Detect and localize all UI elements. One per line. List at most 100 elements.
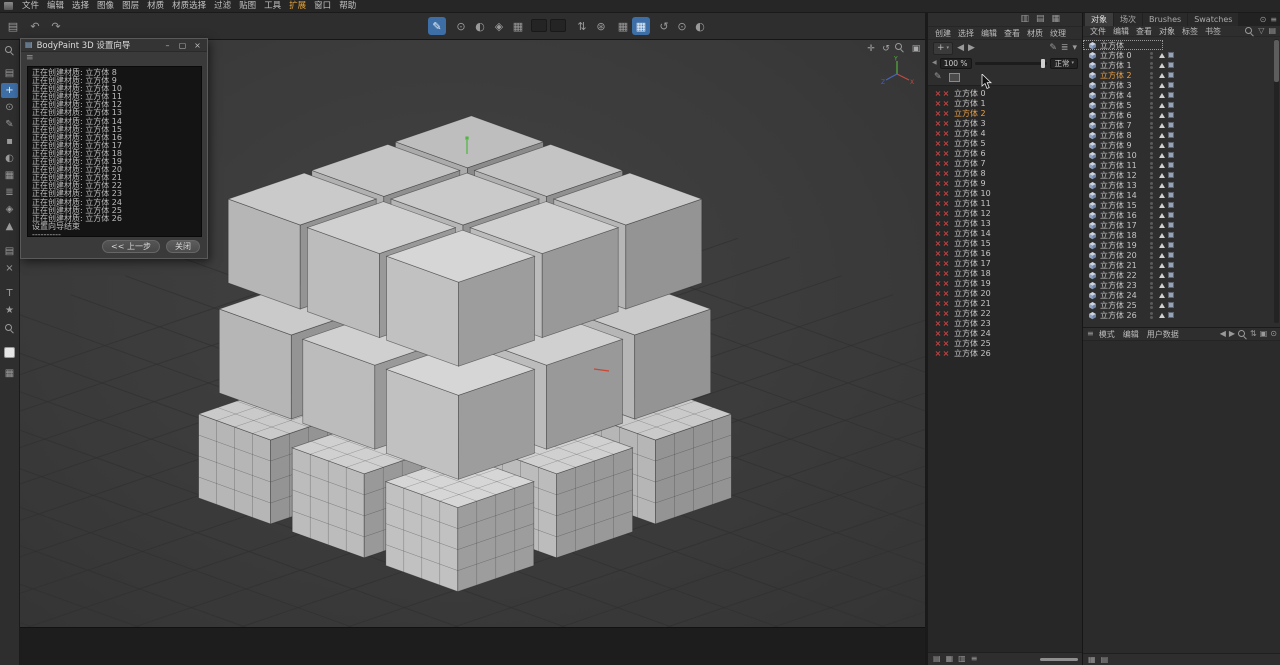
menubar-item[interactable]: 贴图 bbox=[235, 0, 260, 12]
texture-tag-icon[interactable] bbox=[1168, 72, 1174, 78]
material-row[interactable]: ××立方体 20 bbox=[928, 288, 1082, 298]
phong-tag-icon[interactable] bbox=[1159, 213, 1165, 218]
texture-tag-icon[interactable] bbox=[1168, 92, 1174, 98]
paint-setup-icon[interactable]: ✎ bbox=[1049, 44, 1057, 53]
h-scrollbar-thumb[interactable] bbox=[1040, 658, 1078, 661]
phong-tag-icon[interactable] bbox=[1159, 103, 1165, 108]
foreground-color-swatch[interactable] bbox=[4, 347, 15, 358]
dialog-menu-icon[interactable]: ≡ bbox=[21, 52, 207, 64]
menubar-item[interactable]: 窗口 bbox=[310, 0, 335, 12]
texture-tag-icon[interactable] bbox=[1168, 52, 1174, 58]
object-row[interactable]: 立方体 16 bbox=[1083, 210, 1280, 220]
phong-tag-icon[interactable] bbox=[1159, 153, 1165, 158]
object-row[interactable]: 立方体 26 bbox=[1083, 310, 1280, 320]
menubar-item[interactable]: 工具 bbox=[260, 0, 285, 12]
select-visible-icon[interactable]: ◐ bbox=[691, 17, 709, 35]
layout-grid-icon[interactable]: ▦ bbox=[1051, 15, 1060, 24]
texture-tag-icon[interactable] bbox=[1168, 152, 1174, 158]
sort-icon[interactable]: ⇅ bbox=[1250, 330, 1257, 338]
visibility-dots[interactable] bbox=[1150, 112, 1153, 119]
menubar-item[interactable]: 图层 bbox=[118, 0, 143, 12]
material-row[interactable]: ××立方体 5 bbox=[928, 138, 1082, 148]
visibility-dots[interactable] bbox=[1150, 172, 1153, 179]
texture-tag-icon[interactable] bbox=[1168, 112, 1174, 118]
material-row[interactable]: ××立方体 16 bbox=[928, 248, 1082, 258]
material-row[interactable]: ××立方体 8 bbox=[928, 168, 1082, 178]
lock-icon[interactable]: ▣ bbox=[1260, 330, 1268, 338]
material-row[interactable]: ××立方体 10 bbox=[928, 188, 1082, 198]
color-picker-icon[interactable]: ⊙ bbox=[1, 100, 18, 115]
material-row[interactable]: ××立方体 23 bbox=[928, 318, 1082, 328]
object-row[interactable]: 立方体 4 bbox=[1083, 90, 1280, 100]
menubar-item[interactable]: 材质 bbox=[143, 0, 168, 12]
list-view-icon[interactable]: ▤ bbox=[1101, 656, 1109, 664]
material-row[interactable]: ××立方体 24 bbox=[928, 328, 1082, 338]
menubar-item[interactable]: 图像 bbox=[93, 0, 118, 12]
pattern-tool-icon[interactable]: ▦ bbox=[1, 168, 18, 183]
material-row[interactable]: ××立方体 9 bbox=[928, 178, 1082, 188]
material-row[interactable]: ××立方体 3 bbox=[928, 118, 1082, 128]
visibility-dots[interactable] bbox=[1150, 302, 1153, 309]
texture-tag-icon[interactable] bbox=[1168, 282, 1174, 288]
phong-tag-icon[interactable] bbox=[1159, 173, 1165, 178]
texture-tag-icon[interactable] bbox=[1168, 262, 1174, 268]
grid-view-icon[interactable]: ▦ bbox=[1088, 656, 1096, 664]
material-menu-item[interactable]: 材质 bbox=[1024, 28, 1046, 39]
material-row[interactable]: ××立方体 22 bbox=[928, 308, 1082, 318]
visibility-dots[interactable] bbox=[1150, 252, 1153, 259]
material-row[interactable]: ××立方体 26 bbox=[928, 348, 1082, 358]
texture-tag-icon[interactable] bbox=[1168, 312, 1174, 318]
visibility-dots[interactable] bbox=[1150, 102, 1153, 109]
visibility-dots[interactable] bbox=[1150, 72, 1153, 79]
pan-view-icon[interactable]: ✛ bbox=[865, 43, 877, 55]
texture-tag-icon[interactable] bbox=[1168, 252, 1174, 258]
panel-tab[interactable]: 场次 bbox=[1114, 13, 1142, 26]
visibility-dots[interactable] bbox=[1150, 292, 1153, 299]
brush-pressure-field[interactable] bbox=[550, 19, 566, 32]
material-row[interactable]: ××立方体 11 bbox=[928, 198, 1082, 208]
close-icon[interactable]: × bbox=[192, 39, 203, 52]
texture-tag-icon[interactable] bbox=[1168, 202, 1174, 208]
visibility-dots[interactable] bbox=[1150, 82, 1153, 89]
phong-tag-icon[interactable] bbox=[1159, 83, 1165, 88]
texture-tag-icon[interactable] bbox=[1168, 182, 1174, 188]
object-menu-item[interactable]: 书签 bbox=[1202, 26, 1224, 37]
minimize-icon[interactable]: – bbox=[162, 39, 173, 52]
object-menu-item[interactable]: 标签 bbox=[1179, 26, 1201, 37]
material-row[interactable]: ××立方体 4 bbox=[928, 128, 1082, 138]
object-row[interactable]: 立方体 3 bbox=[1083, 80, 1280, 90]
magnify-tool-icon[interactable] bbox=[1, 321, 18, 336]
menubar-item[interactable]: 扩展 bbox=[285, 0, 310, 12]
material-row[interactable]: ××立方体 0 bbox=[928, 88, 1082, 98]
material-menu-item[interactable]: 纹理 bbox=[1047, 28, 1069, 39]
phong-tag-icon[interactable] bbox=[1159, 73, 1165, 78]
object-row[interactable]: 立方体 0 bbox=[1083, 50, 1280, 60]
search-icon[interactable] bbox=[1238, 330, 1247, 339]
material-menu-item[interactable]: 选择 bbox=[955, 28, 977, 39]
target-icon[interactable]: ⊙ bbox=[1270, 330, 1277, 338]
panel-tab[interactable]: 对象 bbox=[1085, 13, 1113, 26]
menubar-item[interactable]: 编辑 bbox=[43, 0, 68, 12]
menubar-item[interactable]: 材质选择 bbox=[168, 0, 210, 12]
texture-tag-icon[interactable] bbox=[1168, 172, 1174, 178]
object-row[interactable]: 立方体 10 bbox=[1083, 150, 1280, 160]
object-row[interactable]: 立方体 8 bbox=[1083, 130, 1280, 140]
filter-icon[interactable]: ▽ bbox=[1258, 27, 1264, 35]
material-row[interactable]: ××立方体 13 bbox=[928, 218, 1082, 228]
visibility-dots[interactable] bbox=[1150, 282, 1153, 289]
visibility-dots[interactable] bbox=[1150, 132, 1153, 139]
phong-tag-icon[interactable] bbox=[1159, 143, 1165, 148]
search-icon[interactable] bbox=[1245, 27, 1254, 36]
text-tool-icon[interactable]: T bbox=[1, 286, 18, 301]
texture-tag-icon[interactable] bbox=[1168, 242, 1174, 248]
maximize-icon[interactable]: ▢ bbox=[177, 39, 188, 52]
visibility-dots[interactable] bbox=[1150, 312, 1153, 319]
object-menu-item[interactable]: 查看 bbox=[1133, 26, 1155, 37]
object-row[interactable]: 立方体 15 bbox=[1083, 200, 1280, 210]
visibility-dots[interactable] bbox=[1150, 122, 1153, 129]
phong-tag-icon[interactable] bbox=[1159, 203, 1165, 208]
visibility-dots[interactable] bbox=[1150, 52, 1153, 59]
object-row[interactable]: 立方体 23 bbox=[1083, 280, 1280, 290]
texture-tag-icon[interactable] bbox=[1168, 62, 1174, 68]
material-row[interactable]: ××立方体 14 bbox=[928, 228, 1082, 238]
